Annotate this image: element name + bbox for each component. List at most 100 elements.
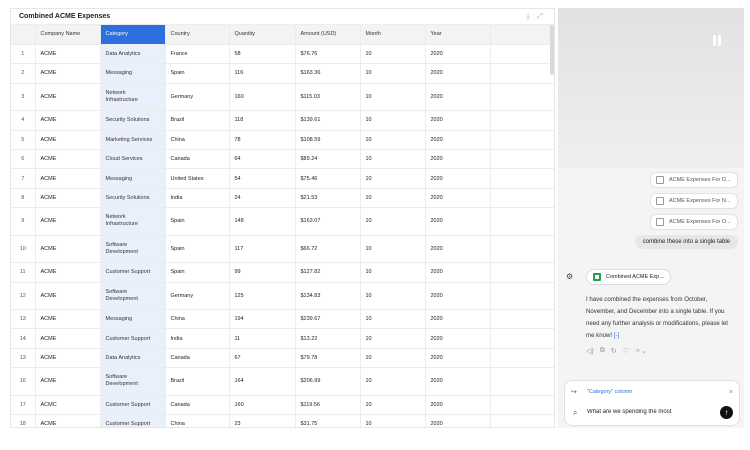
- cell-category[interactable]: Messaging: [100, 63, 166, 84]
- send-button[interactable]: ↑: [720, 406, 733, 419]
- cell-year[interactable]: 2020: [425, 110, 491, 131]
- cell-i[interactable]: 12: [11, 282, 36, 311]
- cell-country[interactable]: Germany: [165, 83, 230, 112]
- cell-country[interactable]: Spain: [165, 63, 230, 84]
- attachment-chip[interactable]: ACME Expenses For N...: [650, 193, 738, 209]
- copy-icon[interactable]: ⧉: [600, 347, 605, 355]
- cell-amount[interactable]: $66.72: [295, 235, 361, 264]
- pause-button[interactable]: [710, 33, 724, 49]
- cell-qty[interactable]: 64: [229, 149, 296, 170]
- cell-country[interactable]: Spain: [165, 262, 230, 283]
- cell-month[interactable]: 10: [360, 188, 426, 209]
- cell-company[interactable]: ACME: [35, 44, 101, 65]
- cell-qty[interactable]: 99: [229, 262, 296, 283]
- cell-amount[interactable]: $139.61: [295, 110, 361, 131]
- cell-qty[interactable]: 78: [229, 130, 296, 150]
- cell-qty[interactable]: 194: [229, 309, 296, 330]
- cell-i[interactable]: 2: [11, 63, 36, 84]
- cell-category[interactable]: Security Solutions: [100, 110, 166, 131]
- cell-company[interactable]: ACME: [35, 207, 101, 236]
- cell-country[interactable]: Spain: [165, 207, 230, 236]
- attachment-chip[interactable]: ACME Expenses For O...: [650, 214, 738, 230]
- table-row[interactable]: 18 ACME Customer Support China 23 $31.75 10 202…: [11, 414, 554, 427]
- cell-country[interactable]: Germany: [165, 282, 230, 311]
- cell-year[interactable]: 2020: [425, 130, 491, 150]
- cell-month[interactable]: 10: [360, 83, 426, 112]
- thumbs-down-icon[interactable]: ♡: [623, 347, 629, 355]
- cell-year[interactable]: 2020: [425, 367, 491, 396]
- speaker-icon[interactable]: ◁): [586, 347, 594, 355]
- cell-company[interactable]: ACME: [35, 110, 101, 131]
- cell-month[interactable]: 10: [360, 328, 426, 349]
- cell-year[interactable]: 2020: [425, 235, 491, 264]
- cell-month[interactable]: 10: [360, 207, 426, 236]
- header-quantity[interactable]: Quantity: [229, 25, 296, 45]
- cell-amount[interactable]: $119.56: [295, 395, 361, 416]
- cell-month[interactable]: 10: [360, 149, 426, 170]
- cell-company[interactable]: ACME: [35, 328, 101, 349]
- cell-category[interactable]: Data Analytics: [100, 44, 166, 65]
- cell-i[interactable]: 6: [11, 149, 36, 170]
- cell-year[interactable]: 2020: [425, 282, 491, 311]
- table-row[interactable]: 5 ACME Marketing Services China 78 $108.59 10 2…: [11, 130, 554, 150]
- cell-country[interactable]: Canada: [165, 149, 230, 170]
- cell-year[interactable]: 2020: [425, 395, 491, 416]
- table-row[interactable]: 8 ACME Security Solutions India 24 $21.53 10 20…: [11, 188, 554, 209]
- cell-category[interactable]: Security Solutions: [100, 188, 166, 209]
- sparkle-icon[interactable]: ✧⌄: [635, 347, 647, 355]
- cell-country[interactable]: Spain: [165, 235, 230, 264]
- cell-i[interactable]: 8: [11, 188, 36, 209]
- cell-category[interactable]: Customer Support: [100, 414, 166, 427]
- cell-company[interactable]: ACME: [35, 309, 101, 330]
- cell-i[interactable]: 13: [11, 309, 36, 330]
- cell-year[interactable]: 2020: [425, 309, 491, 330]
- table-row[interactable]: 4 ACME Security Solutions Brazil 118 $139.61 1…: [11, 110, 554, 131]
- cell-month[interactable]: 10: [360, 235, 426, 264]
- cell-company[interactable]: ACME: [35, 188, 101, 209]
- cell-company[interactable]: ACME: [35, 63, 101, 84]
- cell-year[interactable]: 2020: [425, 44, 491, 65]
- cell-amount[interactable]: $76.76: [295, 44, 361, 65]
- cell-qty[interactable]: 11: [229, 328, 296, 349]
- cell-amount[interactable]: $75.46: [295, 168, 361, 189]
- cell-category[interactable]: Customer Support: [100, 328, 166, 349]
- cell-amount[interactable]: $21.53: [295, 188, 361, 209]
- cell-qty[interactable]: 148: [229, 207, 296, 236]
- cell-company[interactable]: ACME: [35, 149, 101, 170]
- cell-amount[interactable]: $115.03: [295, 83, 361, 112]
- cell-category[interactable]: Cloud Services: [100, 149, 166, 170]
- cell-month[interactable]: 10: [360, 262, 426, 283]
- cell-amount[interactable]: $127.82: [295, 262, 361, 283]
- cell-year[interactable]: 2020: [425, 63, 491, 84]
- header-category[interactable]: Category: [100, 25, 166, 45]
- header-year[interactable]: Year: [425, 25, 491, 45]
- cell-year[interactable]: 2020: [425, 83, 491, 112]
- cell-qty[interactable]: 116: [229, 63, 296, 84]
- cell-country[interactable]: Brazil: [165, 110, 230, 131]
- table-row[interactable]: 9 ACME Network Infrastructure Spain 148 $163.…: [11, 207, 554, 236]
- cell-category[interactable]: Software Development: [100, 282, 166, 311]
- cell-month[interactable]: 10: [360, 168, 426, 189]
- cell-year[interactable]: 2020: [425, 262, 491, 283]
- cell-qty[interactable]: 125: [229, 282, 296, 311]
- citation-link[interactable]: [-]: [614, 332, 619, 339]
- header-month[interactable]: Month: [360, 25, 426, 45]
- cell-i[interactable]: 1: [11, 44, 36, 65]
- cell-category[interactable]: Messaging: [100, 168, 166, 189]
- cell-amount[interactable]: $108.59: [295, 130, 361, 150]
- table-row[interactable]: 17 ACMC Customer Support Canada 160 $119.56 10…: [11, 395, 554, 416]
- cell-year[interactable]: 2020: [425, 414, 491, 427]
- cell-i[interactable]: 4: [11, 110, 36, 131]
- cell-amount[interactable]: $89.24: [295, 149, 361, 170]
- cell-company[interactable]: ACMC: [35, 395, 101, 416]
- cell-i[interactable]: 3: [11, 83, 36, 112]
- close-icon[interactable]: ×: [729, 389, 733, 396]
- cell-company[interactable]: ACME: [35, 348, 101, 369]
- cell-country[interactable]: United States: [165, 168, 230, 189]
- cell-i[interactable]: 13: [11, 348, 36, 369]
- cell-year[interactable]: 2020: [425, 207, 491, 236]
- cell-i[interactable]: 10: [11, 235, 36, 264]
- cell-amount[interactable]: $13.22: [295, 328, 361, 349]
- regenerate-icon[interactable]: ↻: [611, 347, 617, 355]
- cell-qty[interactable]: 24: [229, 188, 296, 209]
